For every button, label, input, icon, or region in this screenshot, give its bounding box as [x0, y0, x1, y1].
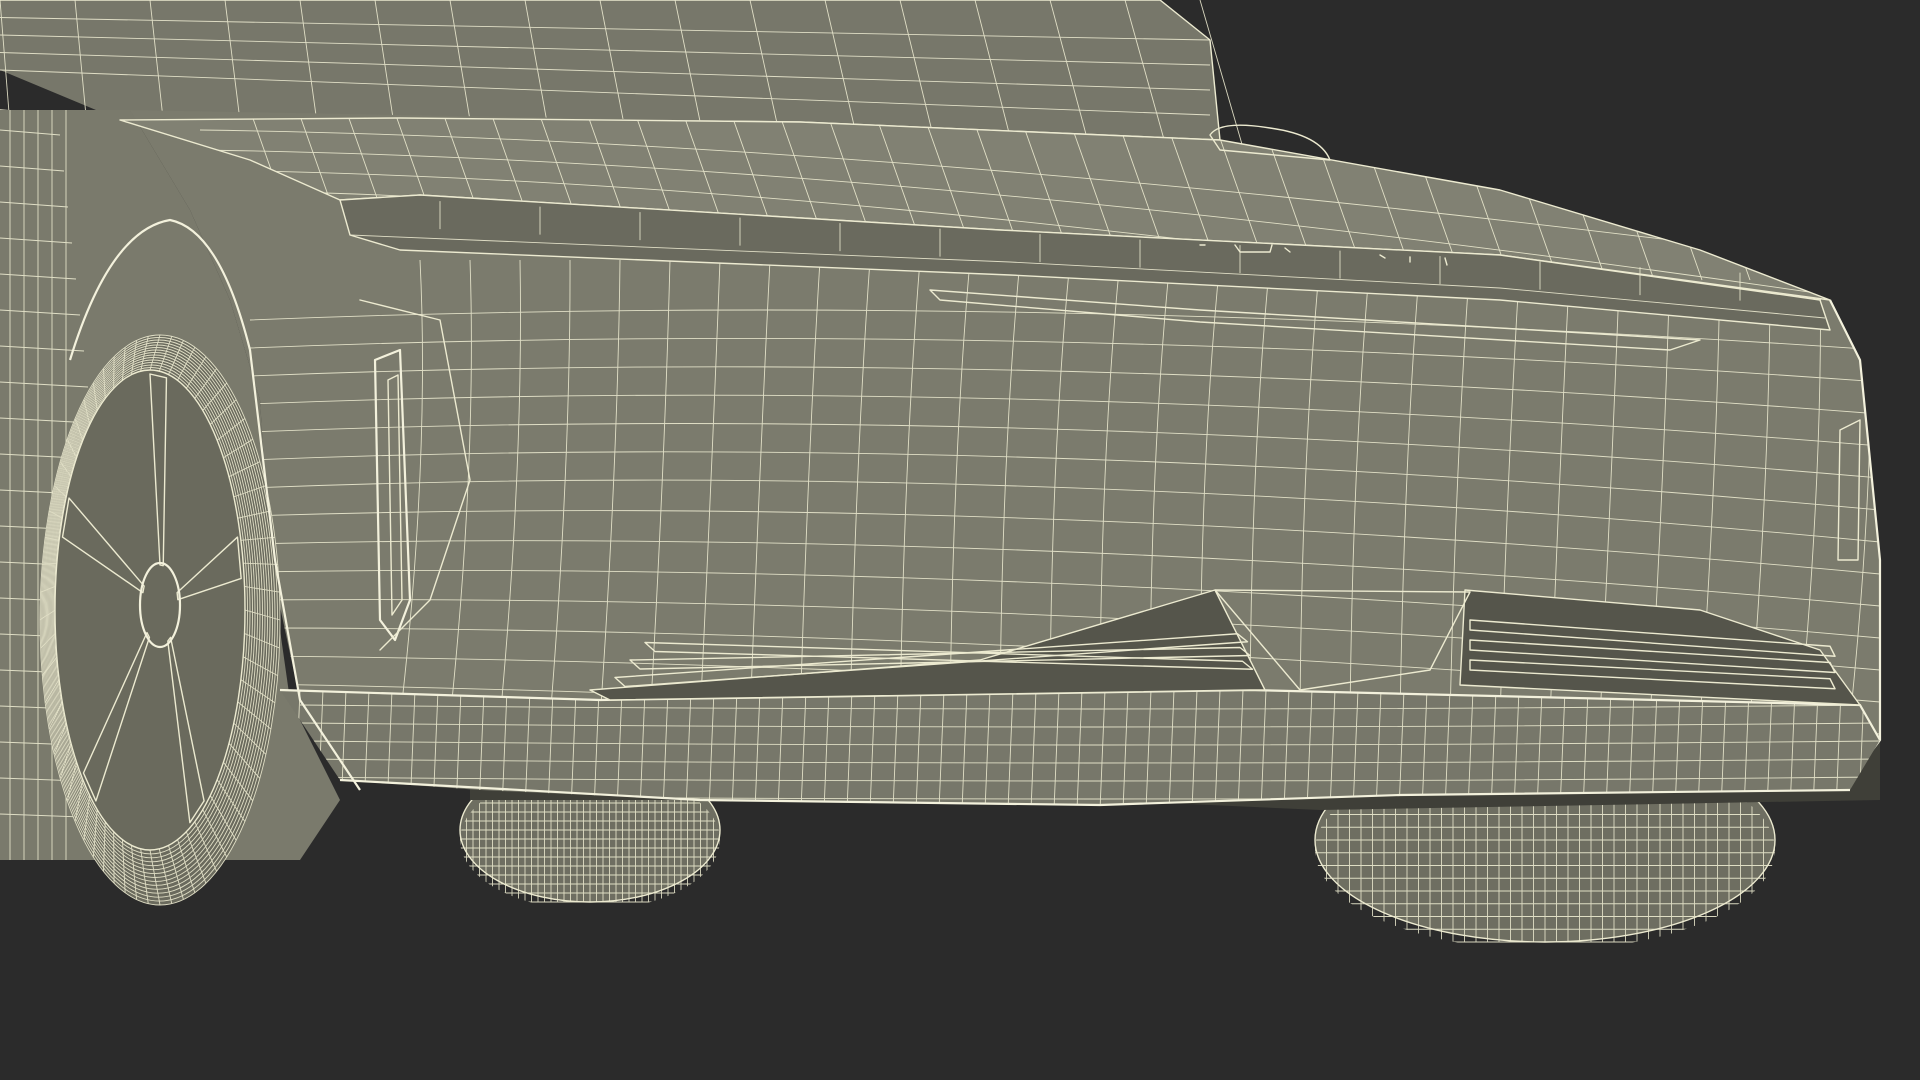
car-wireframe-render — [0, 0, 1882, 943]
render-viewport — [0, 0, 1920, 1080]
front-left-wheel — [39, 334, 281, 906]
